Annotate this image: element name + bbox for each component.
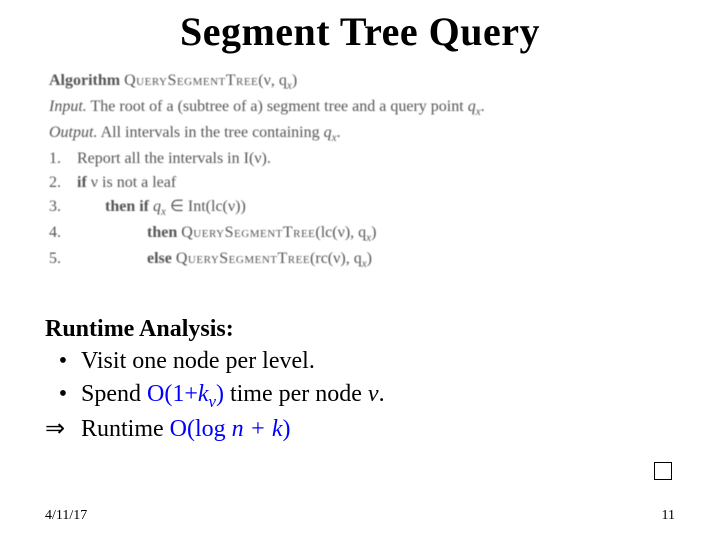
text: . (379, 381, 385, 407)
keyword-then: then (147, 224, 181, 241)
analysis-heading: Runtime Analysis: (45, 313, 675, 345)
step-args-close: ) (367, 250, 372, 267)
algo-step-2: 2. if ν is not a leaf (49, 171, 675, 195)
algo-header-args-close: ) (292, 72, 297, 89)
step-num: 5. (49, 247, 77, 273)
algo-header-name: QuerySegmentTree (124, 72, 258, 89)
complexity: O(1+kv) (147, 381, 224, 407)
algo-output-label: Output. (49, 124, 97, 141)
step-body: else QuerySegmentTree(rc(ν), qx) (77, 247, 675, 273)
step-body: Report all the intervals in I(ν). (77, 147, 675, 171)
keyword-if: if (77, 174, 91, 191)
step-num: 3. (49, 195, 77, 221)
text: time per node (224, 381, 368, 407)
step-num: 1. (49, 147, 77, 171)
bullet-2: • Spend O(1+kv) time per node v. (45, 378, 675, 413)
bullet-1: • Visit one node per level. (45, 345, 675, 377)
text: ) (283, 416, 291, 442)
implies-arrow: ⇒ (45, 413, 81, 445)
text: Spend (81, 381, 147, 407)
text: O(1+ (147, 381, 198, 407)
runtime-analysis: Runtime Analysis: • Visit one node per l… (45, 313, 675, 446)
algo-input: Input. The root of a (subtree of a) segm… (49, 95, 675, 121)
algo-header-args: (ν, q (258, 72, 287, 89)
slide-title: Segment Tree Query (45, 8, 675, 55)
complexity: O(log n + k) (170, 416, 291, 442)
algo-output-var: q (324, 124, 332, 141)
bullet-mark: • (45, 345, 81, 377)
keyword-then-if: then if (105, 198, 153, 215)
footer: 4/11/17 11 (45, 508, 675, 524)
step-num: 2. (49, 171, 77, 195)
var-v: v (368, 381, 379, 407)
step-body: then QuerySegmentTree(lc(ν), qx) (77, 221, 675, 247)
keyword-else: else (147, 250, 176, 267)
text: Runtime (81, 416, 170, 442)
step-text: ∈ Int(lc(ν)) (166, 198, 246, 215)
algo-input-end: . (481, 98, 485, 115)
step-call: QuerySegmentTree (181, 224, 315, 241)
algo-input-var: q (468, 98, 476, 115)
step-text: ν is not a leaf (91, 174, 176, 191)
step-args: (rc(ν), q (310, 250, 362, 267)
runtime-text: Runtime O(log n + k) (81, 413, 291, 445)
footer-page: 11 (662, 508, 675, 524)
step-body: then if qx ∈ Int(lc(ν)) (77, 195, 675, 221)
algo-output-end: . (337, 124, 341, 141)
algo-output: Output. All intervals in the tree contai… (49, 121, 675, 147)
text: O(log (170, 416, 232, 442)
qed-box-icon (654, 462, 672, 480)
var-k: k (272, 416, 283, 442)
algo-output-text: All intervals in the tree containing (97, 124, 323, 141)
step-call: QuerySegmentTree (176, 250, 310, 267)
text: + (244, 416, 272, 442)
slide: Segment Tree Query Algorithm QuerySegmen… (0, 0, 720, 540)
algo-step-1: 1. Report all the intervals in I(ν). (49, 147, 675, 171)
bullet-mark: • (45, 378, 81, 413)
var-n: n (232, 416, 244, 442)
algo-step-5: 5. else QuerySegmentTree(rc(ν), qx) (49, 247, 675, 273)
algo-header: Algorithm QuerySegmentTree(ν, qx) (49, 69, 675, 95)
algo-input-label: Input. (49, 98, 87, 115)
footer-date: 4/11/17 (45, 508, 87, 524)
step-args: (lc(ν), q (315, 224, 366, 241)
bullet-text: Spend O(1+kv) time per node v. (81, 378, 385, 413)
algorithm-block: Algorithm QuerySegmentTree(ν, qx) Input.… (49, 69, 675, 273)
var-v-sub: v (209, 391, 216, 410)
algo-header-prefix: Algorithm (49, 72, 120, 89)
step-var: q (153, 198, 161, 215)
step-body: if ν is not a leaf (77, 171, 675, 195)
bullet-text: Visit one node per level. (81, 345, 315, 377)
runtime-conclusion: ⇒ Runtime O(log n + k) (45, 413, 675, 445)
text: ) (216, 381, 224, 407)
var-k: k (198, 381, 209, 407)
step-args-close: ) (371, 224, 376, 241)
algo-input-text: The root of a (subtree of a) segment tre… (87, 98, 468, 115)
algo-step-4: 4. then QuerySegmentTree(lc(ν), qx) (49, 221, 675, 247)
step-num: 4. (49, 221, 77, 247)
algo-step-3: 3. then if qx ∈ Int(lc(ν)) (49, 195, 675, 221)
